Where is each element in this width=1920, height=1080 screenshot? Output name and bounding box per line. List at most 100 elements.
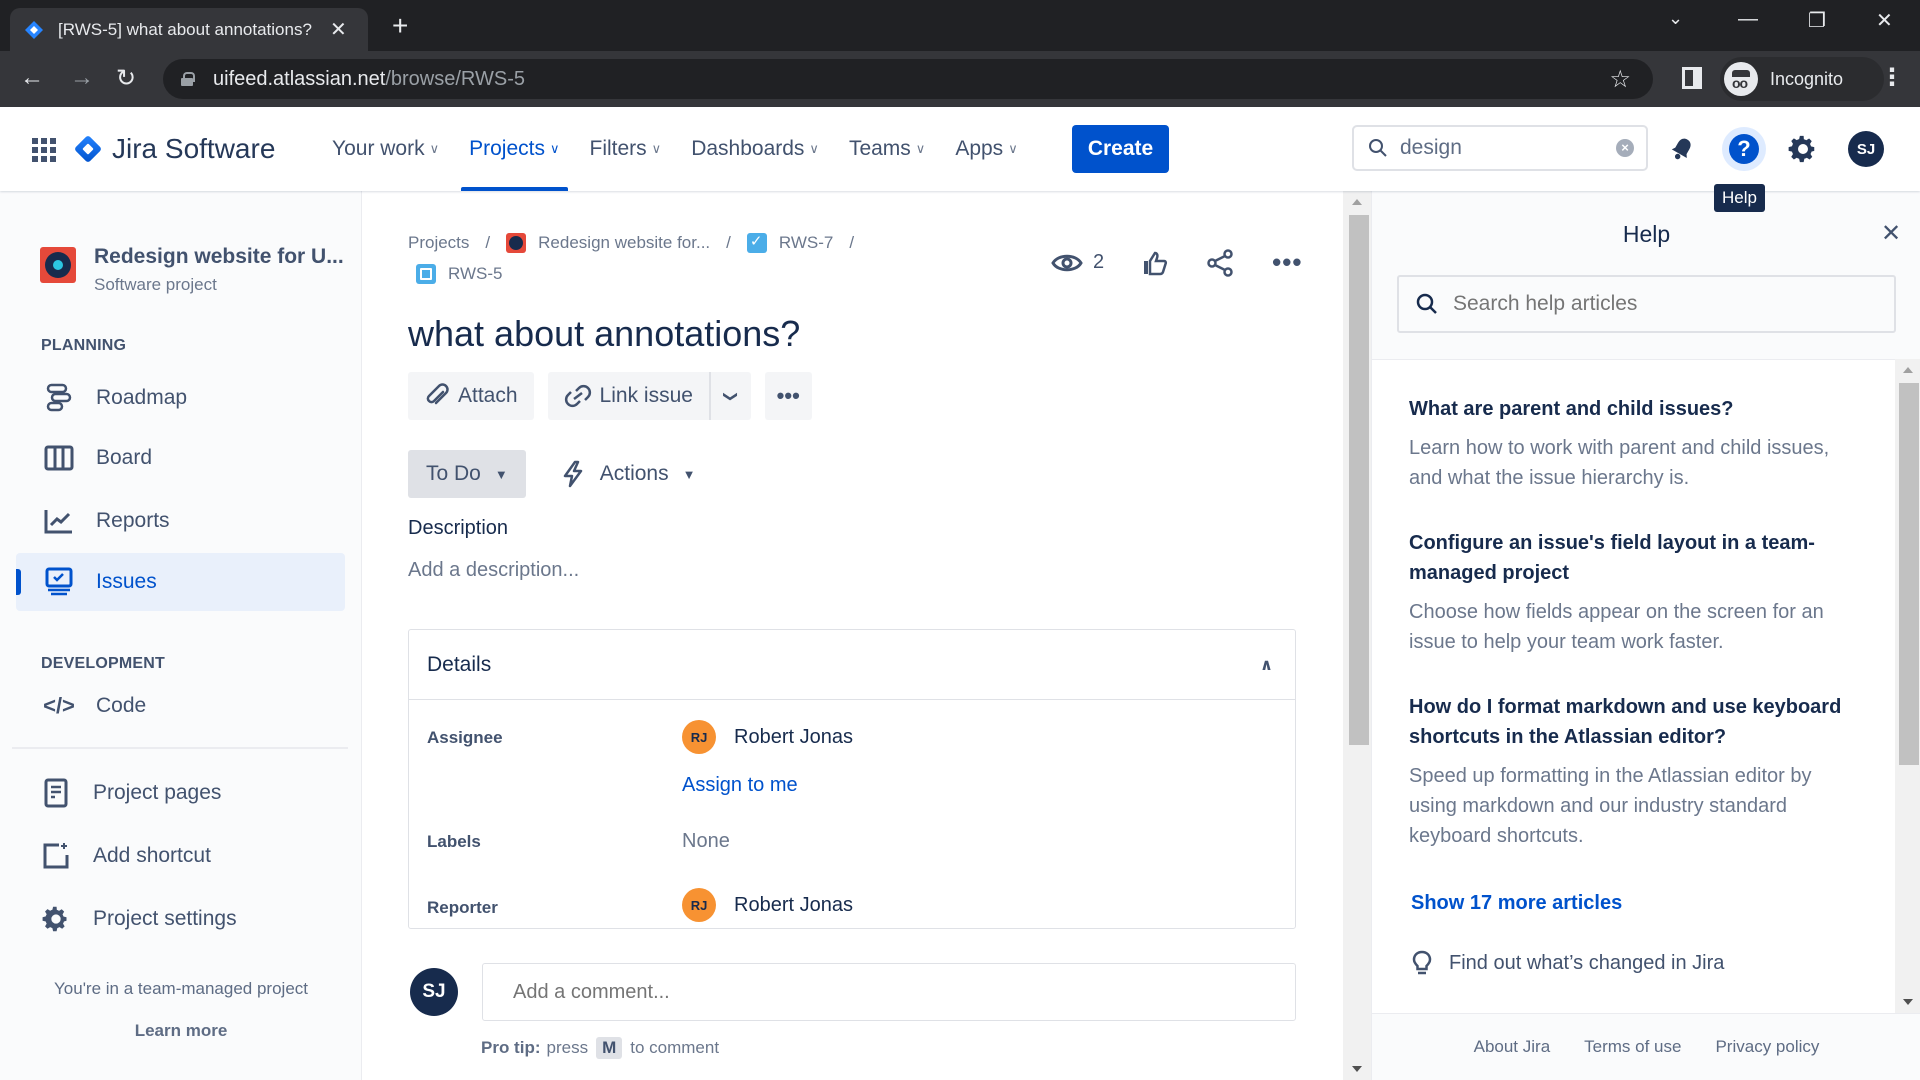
tab-search-icon[interactable]: ⌄ (1668, 8, 1683, 29)
settings-button[interactable] (1785, 131, 1821, 167)
breadcrumb-current[interactable]: RWS-5 (448, 264, 502, 284)
tab-title: [RWS-5] what about annotations? (58, 19, 312, 39)
sidebar-item-board[interactable]: Board (16, 429, 345, 487)
project-avatar-icon (506, 233, 527, 253)
description-field[interactable]: Add a description... (408, 559, 579, 582)
sidebar-item-reports[interactable]: Reports (16, 492, 345, 550)
notifications-button[interactable] (1664, 131, 1700, 167)
status-dropdown[interactable]: To Do ▼ (408, 450, 526, 498)
help-article[interactable]: Configure an issue's field layout in a t… (1409, 528, 1859, 657)
issue-title[interactable]: what about annotations? (408, 313, 800, 355)
back-button[interactable]: ← (20, 64, 44, 92)
gear-icon (1788, 135, 1815, 163)
labels-field[interactable]: None (682, 830, 730, 853)
labels-label: Labels (427, 832, 481, 851)
help-search-input[interactable] (1453, 292, 1873, 316)
side-panel-icon[interactable] (1682, 67, 1702, 89)
attach-label: Attach (458, 384, 518, 407)
restore-button[interactable]: ❐ (1808, 8, 1826, 33)
subtask-type-icon (416, 264, 436, 284)
attach-button[interactable]: Attach (408, 372, 534, 420)
help-search[interactable] (1397, 275, 1896, 333)
close-window-button[interactable]: ✕ (1876, 8, 1893, 33)
help-article[interactable]: What are parent and child issues? Learn … (1409, 394, 1859, 493)
sidebar-item-project-settings[interactable]: Project settings (16, 890, 345, 948)
sidebar-item-project-pages[interactable]: Project pages (16, 764, 345, 822)
nav-teams[interactable]: Teams ∨ (841, 107, 933, 191)
close-icon[interactable]: ✕ (1881, 219, 1901, 248)
minimize-button[interactable]: — (1738, 8, 1758, 31)
help-scrollbar[interactable] (1895, 359, 1920, 1013)
share-icon (1207, 248, 1233, 277)
share-button[interactable] (1206, 248, 1234, 277)
project-header[interactable]: Redesign website for U... Software proje… (40, 245, 344, 295)
comment-input[interactable] (482, 963, 1296, 1021)
forward-button[interactable]: → (70, 64, 94, 92)
search-input[interactable] (1400, 136, 1600, 160)
incognito-icon (1724, 62, 1758, 96)
app-switcher-icon[interactable] (32, 138, 56, 162)
terms-of-use-link[interactable]: Terms of use (1584, 1037, 1681, 1057)
jira-logo[interactable]: Jira Software (73, 133, 275, 165)
pages-icon (41, 778, 71, 808)
link-issue-button[interactable]: Link issue (547, 372, 709, 420)
url-bar[interactable]: uifeed.atlassian.net/browse/RWS-5 ☆ (163, 59, 1653, 99)
nav-apps[interactable]: Apps ∨ (947, 107, 1025, 191)
scroll-up-icon[interactable] (1903, 367, 1913, 373)
sidebar-item-code[interactable]: </> Code (16, 677, 345, 735)
privacy-policy-link[interactable]: Privacy policy (1715, 1037, 1819, 1057)
reporter-label: Reporter (427, 898, 498, 917)
scroll-up-icon[interactable] (1352, 199, 1362, 205)
sidebar-item-add-shortcut[interactable]: Add shortcut (16, 827, 345, 885)
create-button[interactable]: Create (1072, 125, 1169, 173)
watch-button[interactable]: 2 (1051, 251, 1104, 274)
nav-filters[interactable]: Filters ∨ (582, 107, 670, 191)
profile-button[interactable]: SJ (1848, 131, 1884, 167)
main-scrollbar[interactable] (1343, 191, 1371, 1080)
sidebar-item-roadmap[interactable]: Roadmap (16, 369, 345, 427)
assignee-field[interactable]: RJ Robert Jonas (682, 720, 853, 754)
nav-label: Dashboards (691, 137, 805, 160)
scrollbar-thumb[interactable] (1349, 215, 1369, 745)
details-toggle[interactable]: Details ∧ (409, 630, 1295, 700)
address-bar-row: ← → ↻ uifeed.atlassian.net/browse/RWS-5 … (0, 51, 1920, 107)
reload-button[interactable]: ↻ (116, 64, 136, 93)
clear-search-icon[interactable]: × (1616, 139, 1634, 157)
link-issue-dropdown[interactable]: ❯ (708, 372, 751, 420)
reporter-field[interactable]: RJ Robert Jonas (682, 888, 853, 922)
show-more-articles-link[interactable]: Show 17 more articles (1411, 892, 1622, 915)
nav-dashboards[interactable]: Dashboards ∨ (683, 107, 827, 191)
jira-top-nav: Jira Software Your work ∨ Projects ∨ Filte… (0, 107, 1920, 191)
actions-dropdown[interactable]: Actions ▼ (560, 460, 695, 488)
incognito-profile-button[interactable]: Incognito (1720, 57, 1884, 101)
add-shortcut-icon (41, 841, 71, 871)
article-title: What are parent and child issues? (1409, 398, 1734, 420)
bookmark-star-icon[interactable]: ☆ (1609, 65, 1631, 94)
scrollbar-thumb[interactable] (1899, 383, 1919, 765)
nav-your-work[interactable]: Your work ∨ (324, 107, 447, 191)
assign-to-me-link[interactable]: Assign to me (682, 774, 798, 797)
like-button[interactable] (1142, 250, 1168, 276)
whats-new-link[interactable]: Find out what’s changed in Jira (1411, 950, 1724, 976)
breadcrumb-project[interactable]: Redesign website for... (538, 233, 710, 253)
browser-menu-icon[interactable]: ⋮ (1880, 63, 1904, 92)
help-button[interactable]: ? (1722, 127, 1766, 171)
nav-projects[interactable]: Projects ∨ (461, 107, 568, 191)
new-tab-button[interactable]: + (392, 10, 408, 42)
more-actions-icon[interactable]: ••• (1272, 247, 1302, 278)
link-icon (564, 384, 591, 408)
scroll-down-icon[interactable] (1352, 1066, 1362, 1072)
scroll-down-icon[interactable] (1903, 999, 1913, 1005)
toolbar-more-icon[interactable]: ••• (764, 372, 812, 420)
breadcrumb-parent[interactable]: RWS-7 (779, 233, 833, 253)
learn-more-link[interactable]: Learn more (0, 1021, 362, 1041)
tab-close-icon[interactable]: ✕ (330, 17, 347, 42)
sidebar-item-issues[interactable]: Issues (16, 553, 345, 611)
global-search[interactable]: × (1352, 125, 1648, 171)
browser-tab[interactable]: [RWS-5] what about annotations? ✕ (10, 8, 368, 51)
about-jira-link[interactable]: About Jira (1474, 1037, 1551, 1057)
pro-tip-post: to comment (630, 1038, 720, 1057)
avatar: RJ (682, 720, 716, 754)
help-article[interactable]: How do I format markdown and use keyboar… (1409, 692, 1859, 851)
breadcrumb-projects[interactable]: Projects (408, 233, 469, 253)
